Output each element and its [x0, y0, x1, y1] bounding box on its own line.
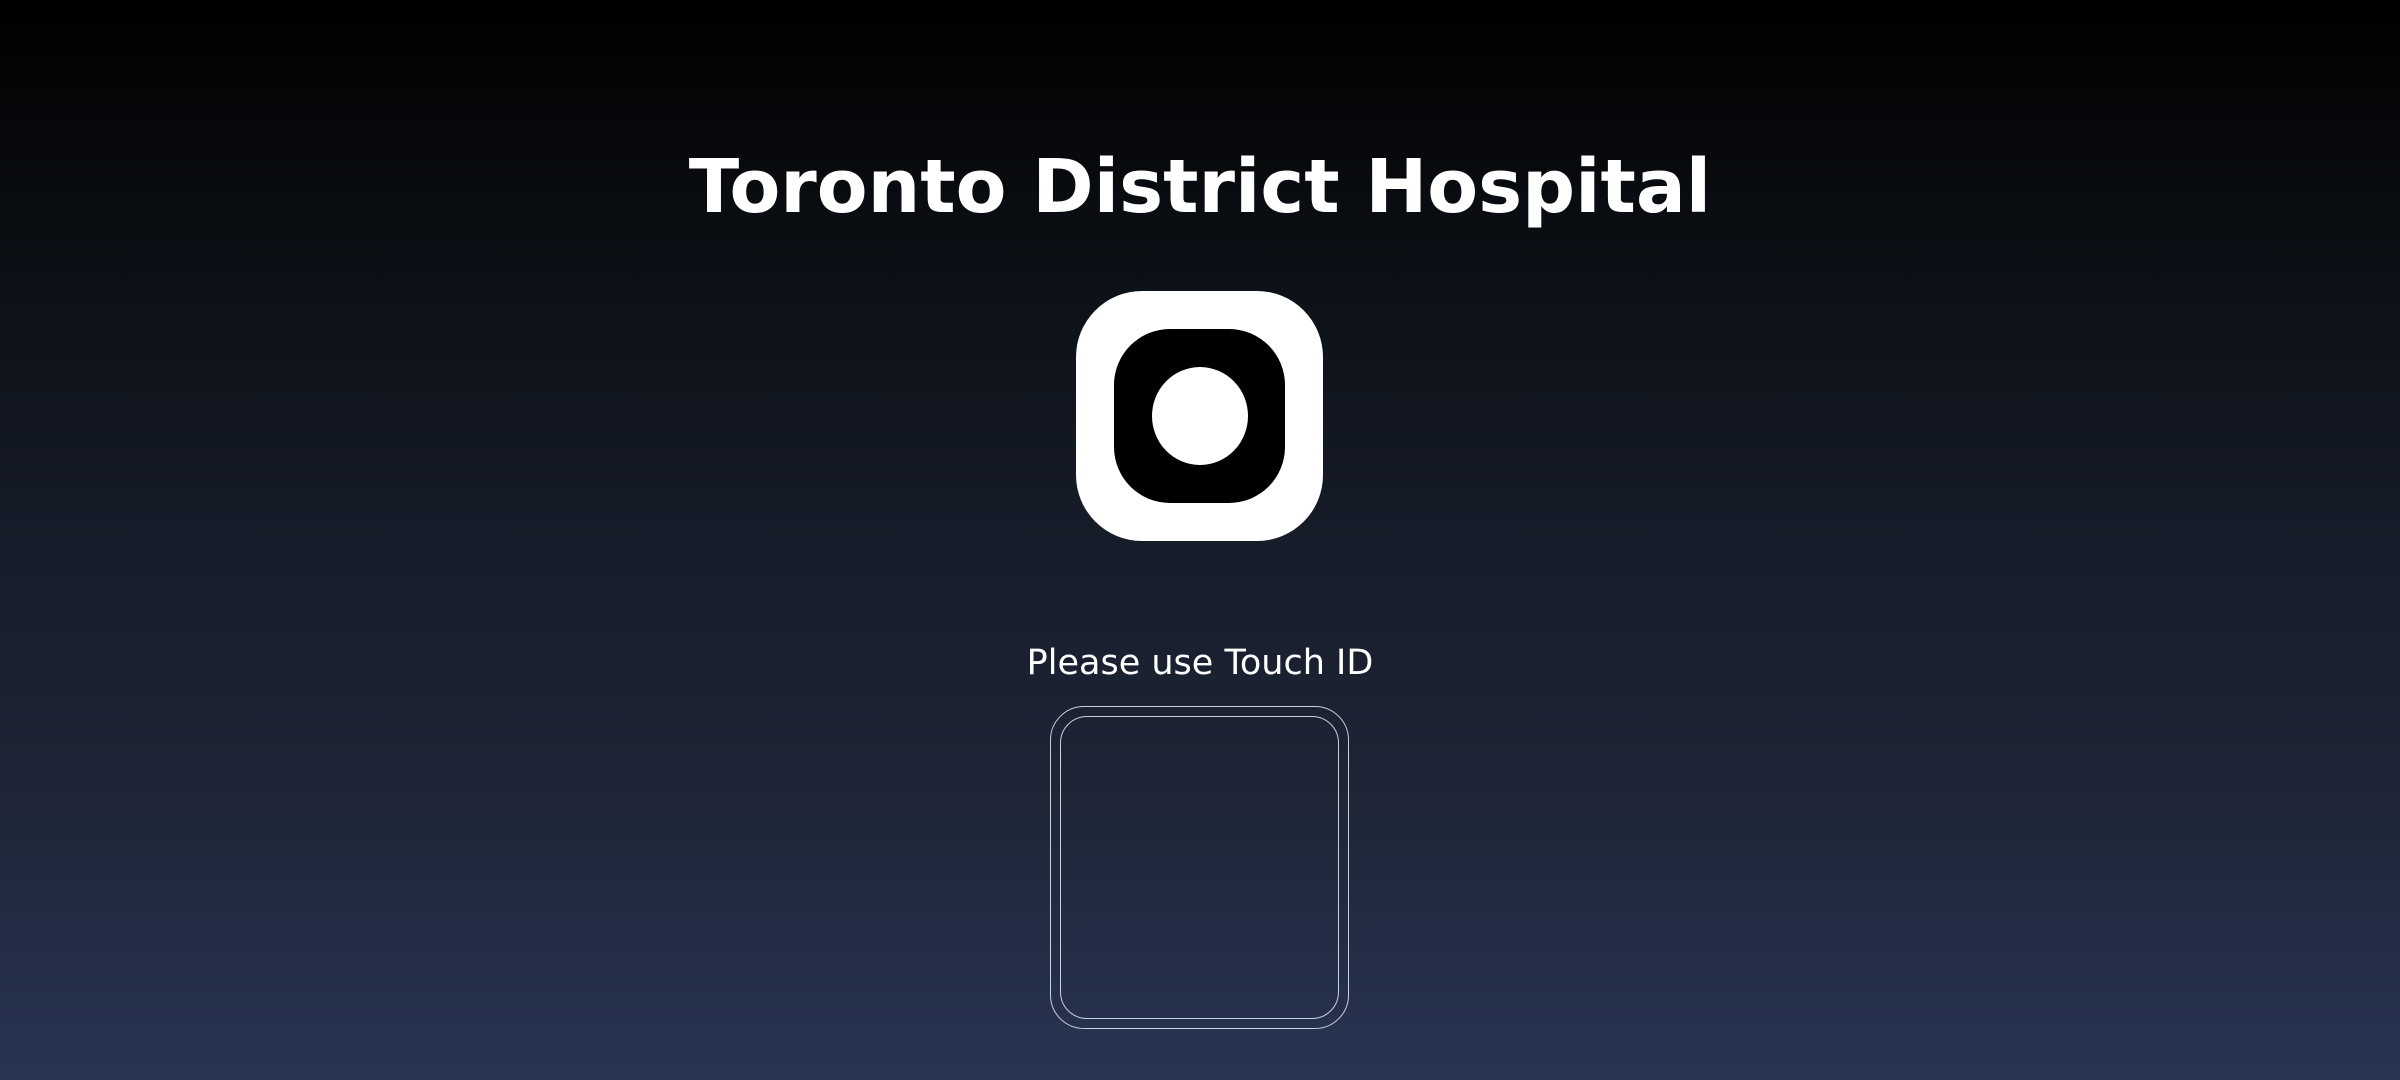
touch-id-prompt: Please use Touch ID [1026, 643, 1374, 683]
touch-id-lock-screen: { "header": { "title": "Toronto District… [0, 0, 2400, 1080]
app-logo-icon [1076, 291, 1323, 541]
app-logo-inner-circle [1152, 367, 1248, 465]
app-logo-inner-square [1114, 329, 1285, 503]
touch-id-sensor-inner-outline [1060, 716, 1339, 1019]
hospital-title: Toronto District Hospital [688, 144, 1712, 230]
touch-id-sensor-area[interactable] [1050, 706, 1349, 1029]
